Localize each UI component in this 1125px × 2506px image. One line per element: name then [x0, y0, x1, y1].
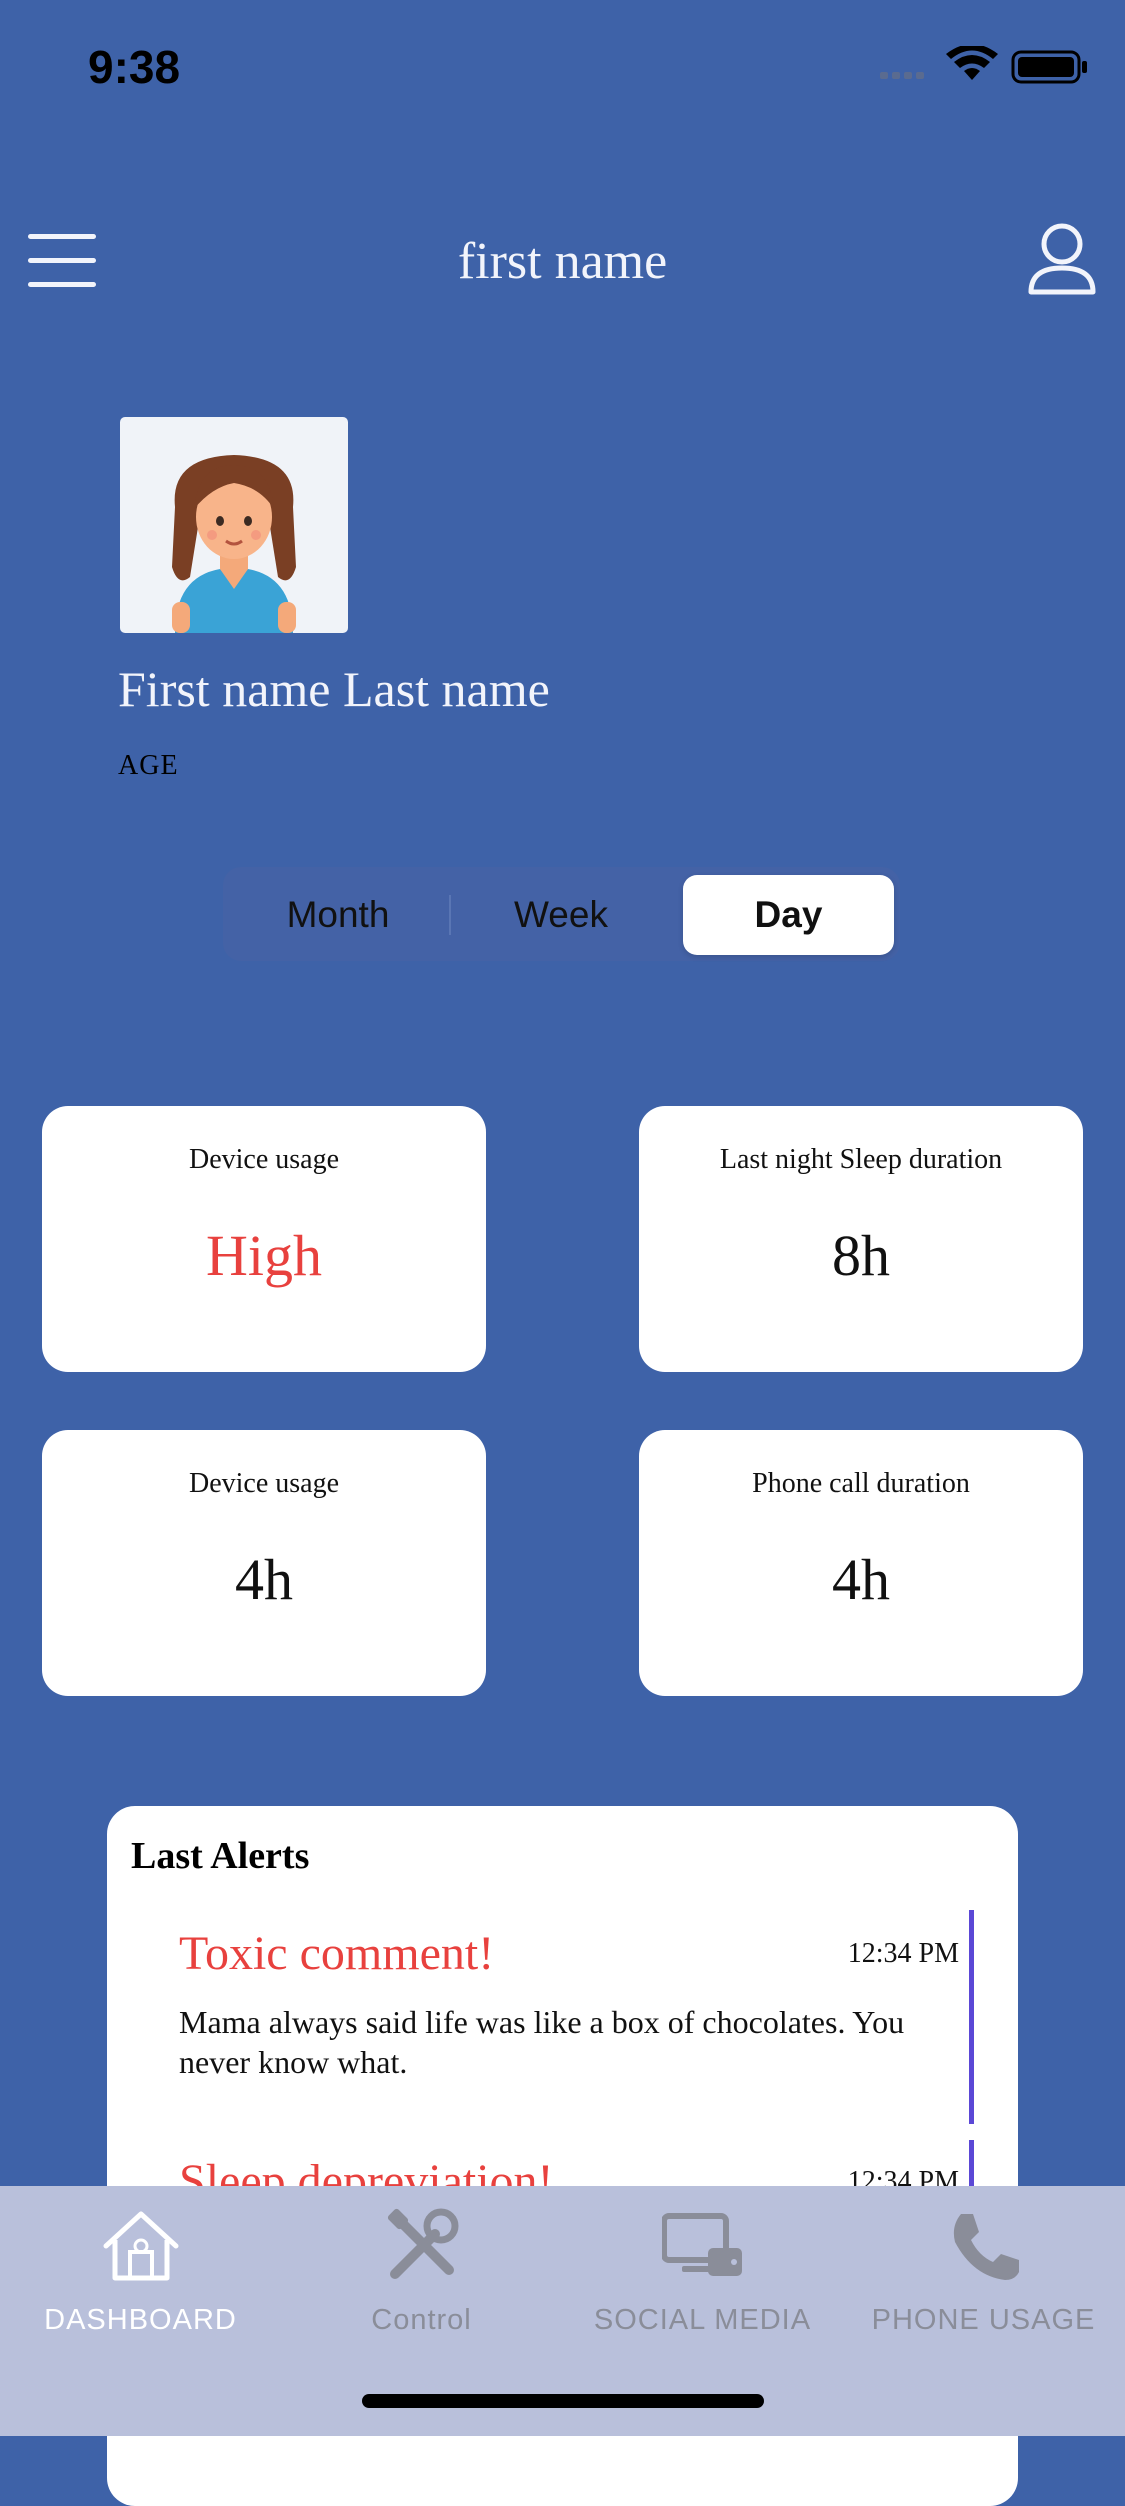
wifi-icon: [946, 44, 998, 80]
alert-time: 12:34 PM: [847, 1938, 959, 1969]
user-icon[interactable]: [1025, 222, 1099, 300]
signal-icon: [880, 72, 924, 79]
stat-card-device-usage-level[interactable]: Device usage High: [42, 1106, 486, 1372]
stat-value: High: [206, 1223, 322, 1288]
battery-icon: [1011, 50, 1087, 84]
tab-label: Control: [371, 2304, 472, 2336]
alerts-heading: Last Alerts: [131, 1835, 310, 1877]
stat-label: Phone call duration: [752, 1468, 970, 1499]
stat-card-sleep-duration[interactable]: Last night Sleep duration 8h: [639, 1106, 1083, 1372]
status-indicators: [880, 44, 1090, 86]
age-label: AGE: [118, 750, 179, 781]
tab-label: PHONE USAGE: [871, 2304, 1096, 2336]
status-time: 9:38: [88, 41, 181, 93]
home-indicator: [362, 2394, 764, 2408]
tools-icon: [381, 2206, 463, 2288]
stat-value: 8h: [832, 1223, 890, 1288]
devices-icon: [661, 2206, 744, 2288]
stat-label: Last night Sleep duration: [719, 1144, 1003, 1175]
full-name: First name Last name: [118, 661, 550, 717]
page-title: first name: [457, 233, 668, 290]
tab-phone-usage[interactable]: PHONE USAGE: [843, 2206, 1124, 2346]
alert-item[interactable]: Toxic comment! 12:34 PM Mama always said…: [179, 1926, 999, 2126]
stat-value: 4h: [832, 1547, 890, 1612]
stat-card-device-usage-hours[interactable]: Device usage 4h: [42, 1430, 486, 1696]
stat-label: Device usage: [188, 1468, 340, 1499]
alert-body: Mama always said life was like a box of …: [179, 2004, 905, 2080]
period-selector: Month Week Day: [223, 867, 900, 961]
phone-icon: [943, 2206, 1025, 2288]
period-option-month[interactable]: Month: [233, 875, 443, 955]
tab-label: SOCIAL MEDIA: [593, 2304, 812, 2336]
period-option-week[interactable]: Week: [456, 875, 666, 955]
stat-card-phone-call-duration[interactable]: Phone call duration 4h: [639, 1430, 1083, 1696]
stat-value: 4h: [235, 1547, 293, 1612]
segment-divider: [449, 895, 451, 935]
stat-label: Device usage: [188, 1144, 340, 1175]
alert-title: Toxic comment!: [179, 1927, 495, 1980]
period-option-day[interactable]: Day: [683, 875, 894, 955]
home-icon: [100, 2206, 182, 2288]
tab-social-media[interactable]: SOCIAL MEDIA: [562, 2206, 843, 2346]
tab-label: DASHBOARD: [44, 2304, 237, 2336]
tab-dashboard[interactable]: DASHBOARD: [0, 2206, 281, 2346]
tab-control[interactable]: Control: [281, 2206, 562, 2346]
avatar: [120, 417, 348, 633]
